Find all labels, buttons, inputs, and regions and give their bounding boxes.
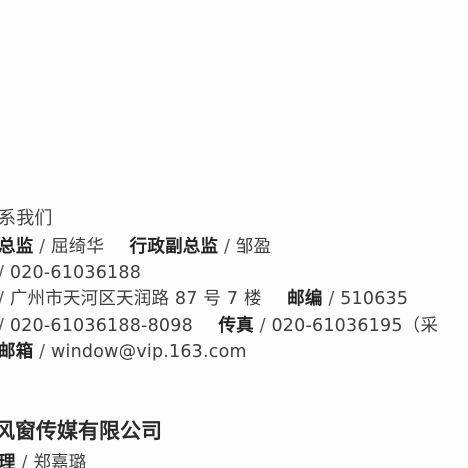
admin-deputy-director-name: 邹盈 — [235, 237, 272, 257]
separator: / — [39, 342, 52, 362]
email-label: 邮箱 — [0, 342, 34, 362]
fax-number: 020-61036195（采 — [271, 316, 439, 336]
phone-extension: 020-61036188-8098 — [9, 316, 193, 336]
staff-row: 总监 / 屈绮华 行政副总监 / 邹盈 — [0, 236, 271, 258]
separator: / — [39, 237, 52, 257]
director-name: 屈绮华 — [51, 237, 105, 257]
company-name: 风窗传媒有限公司 — [0, 418, 162, 444]
postcode-value: 510635 — [340, 289, 409, 309]
separator: / — [259, 316, 272, 336]
director-label: 总监 — [0, 237, 34, 257]
phone-fax-row: / 020-61036188-8098 传真 / 020-61036195（采 — [0, 315, 438, 337]
separator: / — [328, 289, 341, 309]
email-address: window@vip.163.com — [51, 342, 247, 362]
contact-heading: 系我们 — [0, 208, 53, 230]
phone-row: / 020-61036188 — [0, 262, 141, 284]
separator: / — [223, 237, 236, 257]
magazine-masthead-page: 系我们 总监 / 屈绮华 行政副总监 / 邹盈 / 020-61036188 /… — [0, 0, 468, 468]
address-row: / 广州市天河区天润路 87 号 7 楼 邮编 / 510635 — [0, 288, 408, 310]
manager-name: 郑嘉璐 — [33, 453, 87, 468]
separator: / — [0, 316, 10, 336]
separator: / — [0, 263, 10, 283]
postcode-label: 邮编 — [287, 289, 323, 309]
address-text: 广州市天河区天润路 87 号 7 楼 — [9, 289, 262, 309]
phone-number: 020-61036188 — [9, 263, 142, 283]
fax-label: 传真 — [218, 316, 254, 336]
admin-deputy-director-label: 行政副总监 — [129, 237, 219, 257]
email-row: 邮箱 / window@vip.163.com — [0, 341, 247, 363]
contact-heading-text: 系我们 — [0, 208, 53, 229]
manager-label: 理 — [0, 453, 16, 468]
separator: / — [0, 289, 10, 309]
separator: / — [21, 453, 34, 468]
company-manager-row: 理 / 郑嘉璐 — [0, 452, 86, 468]
company-name-text: 风窗传媒有限公司 — [0, 419, 162, 443]
